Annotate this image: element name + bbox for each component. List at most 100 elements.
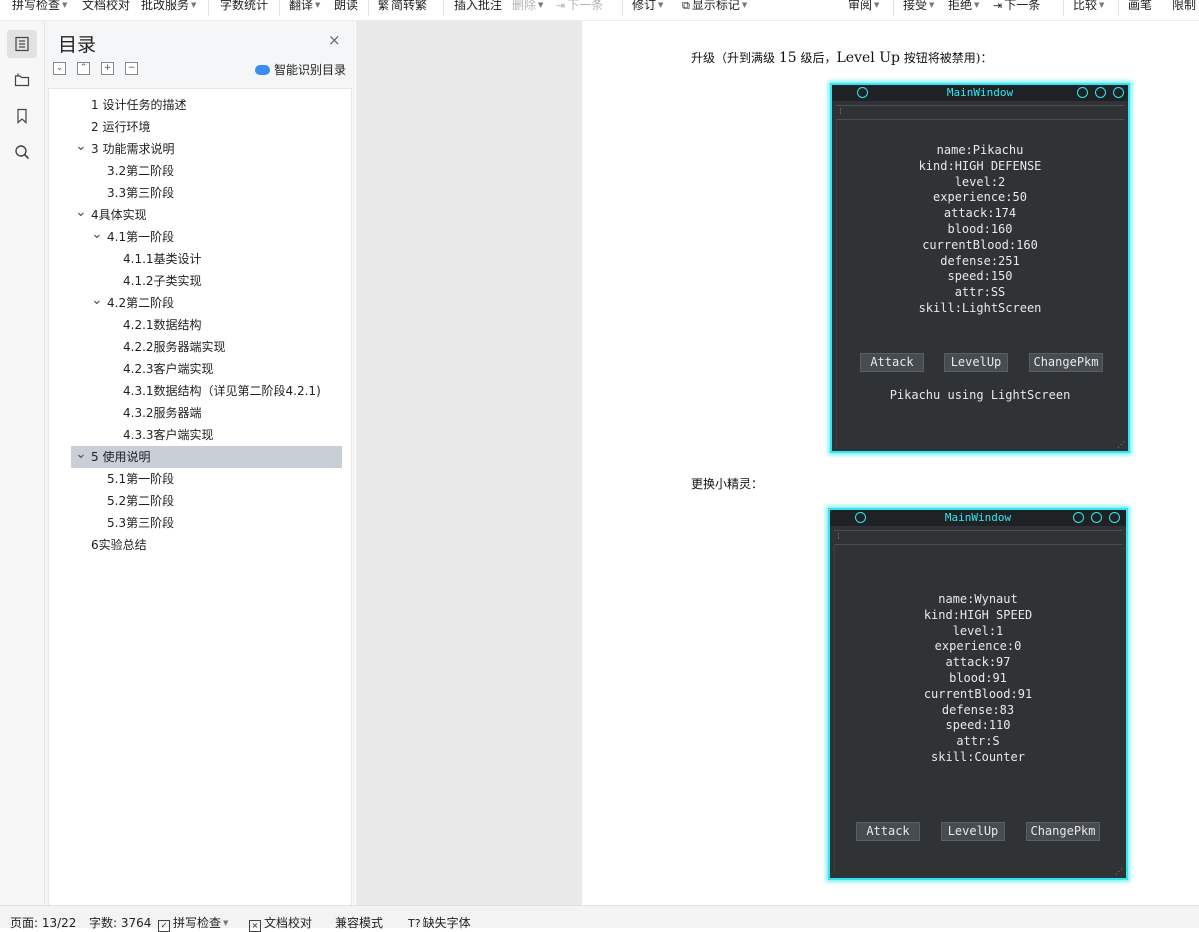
toc-item[interactable]: 4.3.2服务器端	[71, 402, 342, 424]
toc-item[interactable]: 3.3第三阶段	[71, 182, 342, 204]
close-icon[interactable]: ×	[328, 31, 341, 49]
rail-toc-button[interactable]	[7, 30, 37, 58]
maximize-icon	[1091, 512, 1102, 523]
toc-item-label: 4.3.2服务器端	[123, 406, 202, 420]
toc-item[interactable]: ⌄ 3 功能需求说明	[71, 138, 342, 160]
toc-item[interactable]: 5.3第三阶段	[71, 512, 342, 534]
compare-button[interactable]: 比较 ▼	[1073, 0, 1104, 15]
info-line: experience:50	[933, 190, 1027, 205]
toc-item-label: 5.1第一阶段	[107, 472, 175, 486]
toc-list: 1 设计任务的描述 2 运行环境 ⌄ 3 功能需求说明 3.2第二阶段 3.3第三阶段 ⌄ 4…	[48, 88, 352, 906]
info-line: defense:83	[941, 702, 1015, 717]
screenshot-window-1: MainWindow ⁞ name:Pikachu kind:HIGH DEFE…	[830, 83, 1130, 453]
toc-item-label: 4.2.2服务器端实现	[123, 340, 226, 354]
status-spell-check[interactable]: ✓ 拼写检查 ▼	[158, 914, 228, 932]
status-doc-proof[interactable]: × 文档校对	[249, 914, 312, 932]
rail-folder-button[interactable]	[7, 66, 37, 94]
word-count[interactable]: 字数: 3764	[89, 914, 151, 931]
toc-item-label: 6实验总结	[91, 538, 147, 552]
restrict-button[interactable]: 限制	[1172, 0, 1196, 15]
toc-item-label: 4.3.3客户端实现	[123, 428, 214, 442]
delete-comment-button[interactable]: 删除 ▼	[512, 0, 543, 15]
remove-heading-icon[interactable]: −	[125, 62, 138, 75]
toc-item-label: 5 使用说明	[91, 450, 151, 464]
chevron-down-icon[interactable]: ⌄	[75, 443, 87, 465]
toc-item[interactable]: 5.1第一阶段	[71, 468, 342, 490]
toc-item-label: 5.2第二阶段	[107, 494, 175, 508]
insert-comment-button[interactable]: 插入批注	[454, 0, 502, 15]
nav-rail	[0, 21, 45, 905]
add-heading-icon[interactable]: +	[101, 62, 114, 75]
paragraph-upgrade: 升级（升到满级 15 级后，Level Up 按钮将被禁用)：	[691, 50, 993, 66]
toc-item[interactable]: ⌄ 5 使用说明	[71, 446, 342, 468]
spell-check-button[interactable]: 拼写检查 ▼	[12, 0, 67, 15]
levelup-button: LevelUp	[941, 822, 1005, 841]
info-line: speed:110	[945, 718, 1011, 733]
chevron-down-icon[interactable]: ⌄	[91, 289, 103, 311]
toc-item[interactable]: 1 设计任务的描述	[71, 94, 342, 116]
compat-mode: 兼容模式	[335, 916, 384, 930]
minimize-icon	[1073, 512, 1084, 523]
page-indicator[interactable]: 页面: 13/22	[10, 914, 76, 931]
resize-grip-icon: ⋰	[1115, 867, 1123, 876]
toc-panel: 目录 × ⌄ ⌃ + − 智能识别目录 1 设计任务的描述 2 运行环境 ⌄ 3 功能…	[45, 21, 355, 906]
collapse-all-icon[interactable]: ⌄	[53, 62, 66, 75]
read-aloud-button[interactable]: 朗读	[334, 0, 358, 15]
simp-trad-button[interactable]: 繁简转繁	[378, 0, 427, 15]
track-changes-button[interactable]: 修订 ▼	[632, 0, 663, 15]
info-line: level:2	[954, 174, 1006, 189]
toc-item[interactable]: 5.2第二阶段	[71, 490, 342, 512]
toc-item[interactable]: 4.2.3客户端实现	[71, 358, 342, 380]
show-markup-button[interactable]: ⧉ 显示标记 ▼	[682, 0, 747, 15]
accept-button[interactable]: 接受 ▼	[903, 0, 934, 15]
toc-item[interactable]: ⌄ 4具体实现	[71, 204, 342, 226]
toc-title: 目录	[58, 34, 97, 56]
chevron-down-icon[interactable]: ⌄	[91, 223, 103, 245]
info-line: attr:SS	[954, 285, 1006, 300]
toc-item-label: 3 功能需求说明	[91, 142, 175, 156]
toc-item[interactable]: 4.3.1数据结构（详见第二阶段4.2.1)	[71, 380, 342, 402]
batch-service-button[interactable]: 批改服务 ▼	[141, 0, 196, 15]
translate-button[interactable]: 翻译 ▼	[289, 0, 320, 15]
review-button[interactable]: 审阅 ▼	[848, 0, 879, 15]
toc-item[interactable]: 3.2第二阶段	[71, 160, 342, 182]
toc-item[interactable]: 4.1.2子类实现	[71, 270, 342, 292]
toc-item[interactable]: ⌄ 4.1第一阶段	[71, 226, 342, 248]
missing-font[interactable]: T? 缺失字体	[408, 914, 471, 931]
next-comment-button[interactable]: ⇥ 下一条	[556, 0, 603, 15]
attack-button: Attack	[860, 353, 924, 372]
next-change-button[interactable]: ⇥ 下一条	[993, 0, 1040, 15]
ink-button[interactable]: 画笔	[1128, 0, 1152, 15]
cloud-icon	[255, 64, 270, 75]
info-line: blood:91	[949, 670, 1007, 685]
toc-item-label: 4.1第一阶段	[107, 230, 175, 244]
info-line: name:Wynaut	[938, 592, 1018, 606]
expand-up-icon[interactable]: ⌃	[77, 62, 90, 75]
toc-item[interactable]: 4.2.2服务器端实现	[71, 336, 342, 358]
chevron-down-icon[interactable]: ⌄	[75, 201, 87, 223]
info-line: currentBlood:160	[922, 237, 1038, 252]
toc-item[interactable]: 4.2.1数据结构	[71, 314, 342, 336]
reject-button[interactable]: 拒绝 ▼	[948, 0, 979, 15]
toc-item[interactable]: 4.1.1基类设计	[71, 248, 342, 270]
chevron-down-icon[interactable]: ⌄	[75, 135, 87, 157]
toc-item[interactable]: 4.3.3客户端实现	[71, 424, 342, 446]
word-count-button[interactable]: 字数统计	[220, 0, 268, 15]
document-page[interactable]: 升级（升到满级 15 级后，Level Up 按钮将被禁用)： MainWind…	[582, 21, 1199, 905]
smart-toc-button[interactable]: 智能识别目录	[255, 61, 346, 78]
info-line: attr:S	[956, 734, 1000, 749]
document-margin	[356, 21, 582, 905]
toc-item-label: 4.2第二阶段	[107, 296, 175, 310]
toc-item[interactable]: 2 运行环境	[71, 116, 342, 138]
toc-item[interactable]: 6实验总结	[71, 534, 342, 556]
rail-bookmark-button[interactable]	[7, 102, 37, 130]
checkbox-icon: ✓	[158, 920, 170, 932]
toc-item[interactable]: ⌄ 4.2第二阶段	[71, 292, 342, 314]
info-line: speed:150	[947, 269, 1013, 284]
search-icon	[15, 145, 30, 160]
rail-search-button[interactable]	[7, 138, 37, 166]
doc-proof-button[interactable]: 文档校对	[82, 0, 130, 15]
toc-item-label: 4.3.1数据结构（详见第二阶段4.2.1)	[123, 384, 321, 398]
resize-grip-icon: ⋰	[1117, 440, 1125, 449]
screenshot-window-2: MainWindow ⁞ name:Wynaut kind:HIGH SPEED…	[828, 508, 1128, 880]
